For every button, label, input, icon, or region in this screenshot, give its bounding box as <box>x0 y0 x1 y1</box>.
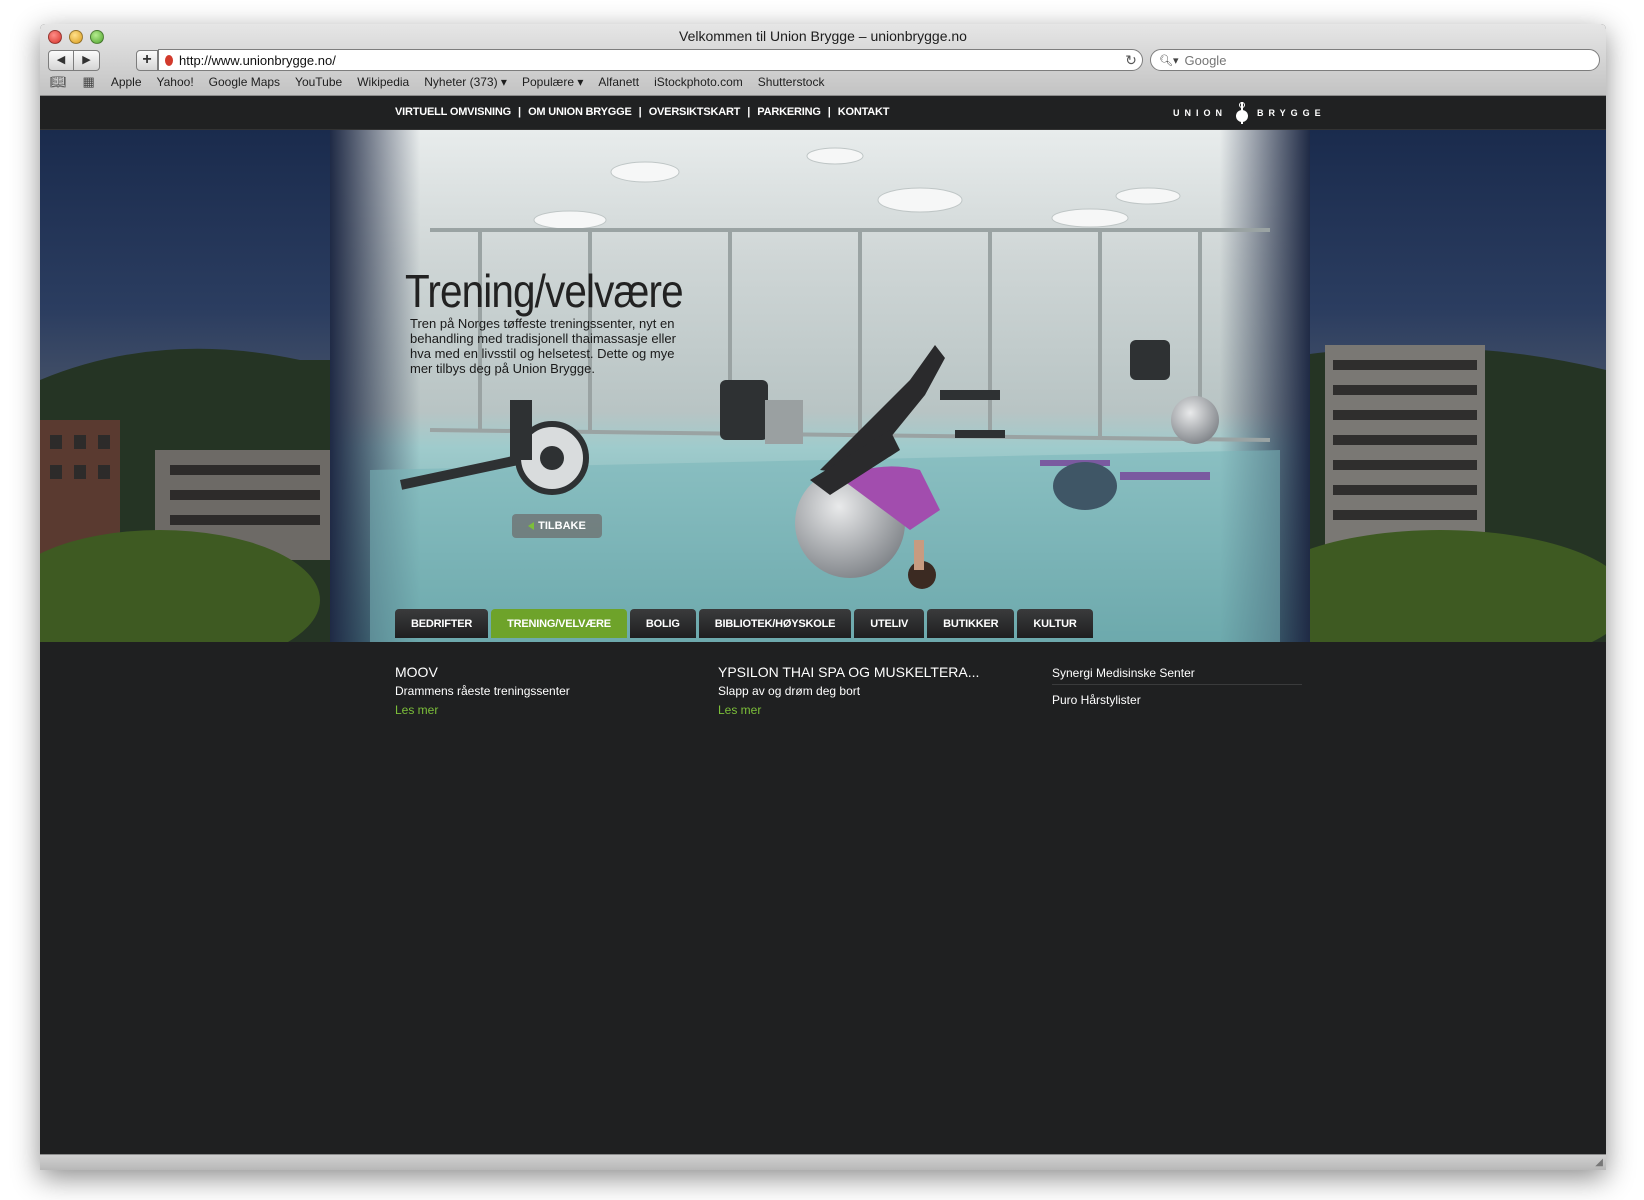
business-list: Synergi Medisinske Senter Puro Hårstylis… <box>1052 664 1302 711</box>
listing-title[interactable]: MOOV <box>395 664 570 680</box>
back-arrow-icon <box>528 522 535 530</box>
list-item[interactable]: Synergi Medisinske Senter <box>1052 664 1302 685</box>
nav-separator: | <box>747 106 751 118</box>
nav-link-map[interactable]: OVERSIKTSKART <box>649 106 741 118</box>
site-logo[interactable]: UNION BRYGGE <box>1173 102 1326 124</box>
list-item[interactable]: Puro Hårstylister <box>1052 691 1302 711</box>
listing-subtitle: Slapp av og drøm deg bort <box>718 684 861 698</box>
hero-title: Trening/velvære <box>405 265 684 317</box>
hero-banner: Trening/velvære Tren på Norges tøffeste … <box>40 130 1606 642</box>
back-button[interactable]: TILBAKE <box>512 514 602 538</box>
hero-illustration <box>40 130 1606 642</box>
tab-trening-velvaere[interactable]: TRENING/VELVÆRE <box>491 609 627 638</box>
browser-toolbar: Velkommen til Union Brygge – unionbrygge… <box>40 24 1606 96</box>
bookmark-item[interactable]: YouTube <box>295 75 342 89</box>
bookmarks-book-icon[interactable]: 📖︎ <box>50 74 67 90</box>
site-favicon-icon <box>165 54 173 66</box>
read-more-link[interactable]: Les mer <box>718 703 979 717</box>
bookmark-item[interactable]: Shutterstock <box>758 75 825 89</box>
hero-description: Tren på Norges tøffeste treningssenter, … <box>410 316 676 376</box>
nav-separator: | <box>517 106 522 118</box>
web-page: VIRTUELL OMVISNING | OM UNION BRYGGE | O… <box>40 96 1606 1170</box>
tab-butikker[interactable]: BUTIKKER <box>927 609 1015 638</box>
bookmark-item[interactable]: Populære ▾ <box>522 75 583 89</box>
search-input[interactable] <box>1184 52 1565 68</box>
listing-moov: MOOV Drammens råeste treningssenter Les … <box>395 664 570 717</box>
resize-grip-icon[interactable]: ◢ <box>1595 1157 1603 1168</box>
window-title: Velkommen til Union Brygge – unionbrygge… <box>679 28 967 44</box>
nav-link-about[interactable]: OM UNION BRYGGE <box>528 106 632 118</box>
tab-bedrifter[interactable]: BEDRIFTER <box>395 609 489 638</box>
nav-link-contact[interactable]: KONTAKT <box>838 106 890 118</box>
bookmark-item[interactable]: Apple <box>111 75 142 89</box>
bookmark-item[interactable]: Alfanett <box>598 75 639 89</box>
logo-word-right: BRYGGE <box>1257 108 1326 118</box>
bookmark-item[interactable]: iStockphoto.com <box>654 75 743 89</box>
history-buttons: ◀ ▶ <box>48 50 100 71</box>
read-more-link[interactable]: Les mer <box>395 703 570 717</box>
logo-word-left: UNION <box>1173 108 1227 118</box>
listing-title[interactable]: YPSILON THAI SPA OG MUSKELTERA... <box>718 664 979 680</box>
site-top-navigation: VIRTUELL OMVISNING | OM UNION BRYGGE | O… <box>40 96 1606 130</box>
logo-mark-icon <box>1235 102 1249 124</box>
address-bar[interactable]: http://www.unionbrygge.no/ ↻ <box>158 49 1143 71</box>
nav-link-virtual-tour[interactable]: VIRTUELL OMVISNING <box>395 106 511 118</box>
status-bar: ◢ <box>40 1154 1606 1170</box>
back-arrow-icon[interactable]: ◀ <box>48 50 74 71</box>
nav-separator: | <box>638 106 642 118</box>
reload-icon[interactable]: ↻ <box>1120 52 1142 69</box>
top-nav-links: VIRTUELL OMVISNING | OM UNION BRYGGE | O… <box>395 106 890 118</box>
category-tabs: BEDRIFTER TRENING/VELVÆRE BOLIG BIBLIOTE… <box>395 609 1093 638</box>
tab-uteliv[interactable]: UTELIV <box>854 609 925 638</box>
content-area: MOOV Drammens råeste treningssenter Les … <box>40 642 1606 1112</box>
search-icon: 🔍︎▾ <box>1159 54 1179 67</box>
back-button-label: TILBAKE <box>538 520 586 532</box>
top-sites-grid-icon[interactable]: ▦ <box>83 74 95 90</box>
bookmark-item[interactable]: Google Maps <box>209 75 280 89</box>
listing-subtitle: Drammens råeste treningssenter <box>395 684 570 698</box>
tab-bolig[interactable]: BOLIG <box>629 609 696 638</box>
listing-ypsilon: YPSILON THAI SPA OG MUSKELTERA... Slapp … <box>718 664 979 717</box>
tab-bibliotek-hoyskole[interactable]: BIBLIOTEK/HØYSKOLE <box>698 609 852 638</box>
forward-arrow-icon[interactable]: ▶ <box>74 50 100 71</box>
bookmark-item[interactable]: Wikipedia <box>357 75 409 89</box>
bookmark-item[interactable]: Yahoo! <box>157 75 194 89</box>
bookmarks-bar: 📖︎ ▦ Apple Yahoo! Google Maps YouTube Wi… <box>50 73 839 91</box>
bookmark-item[interactable]: Nyheter (373) ▾ <box>424 75 507 89</box>
add-bookmark-button[interactable]: + <box>136 50 158 71</box>
nav-separator: | <box>827 106 831 118</box>
tab-kultur[interactable]: KULTUR <box>1017 609 1093 638</box>
browser-window: Velkommen til Union Brygge – unionbrygge… <box>40 24 1606 1170</box>
nav-link-parking[interactable]: PARKERING <box>757 106 821 118</box>
url-field[interactable]: http://www.unionbrygge.no/ <box>179 53 1120 68</box>
search-bar[interactable]: 🔍︎▾ <box>1150 49 1600 71</box>
